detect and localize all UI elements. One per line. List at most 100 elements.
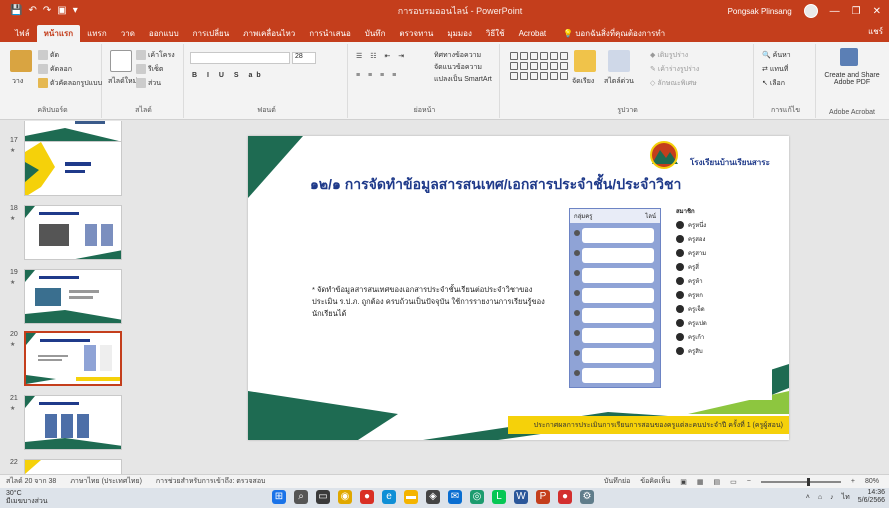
user-name[interactable]: Pongsak Plinsang <box>728 7 792 16</box>
chevron-up-icon[interactable]: ˄ <box>806 494 810 501</box>
input-language[interactable]: ไท <box>842 492 850 503</box>
create-share-pdf-button[interactable]: Create and Share Adobe PDF <box>820 72 884 86</box>
clock[interactable]: 14:36 5/6/2566 <box>858 489 885 505</box>
tab-design[interactable]: ออกแบบ <box>142 25 186 42</box>
slide-banner[interactable]: ประกาศผลการประเมินการเรียนการสอนของครูแต… <box>508 416 789 434</box>
close-button[interactable]: ✕ <box>873 6 881 17</box>
file-explorer-icon[interactable]: ▬ <box>404 490 418 504</box>
select-button[interactable]: ↖ เลือก <box>762 78 785 89</box>
maximize-button[interactable]: ❐ <box>852 6 861 17</box>
app-icon[interactable]: ◎ <box>470 490 484 504</box>
powerpoint-icon[interactable]: P <box>536 490 550 504</box>
paste-button[interactable]: วาง <box>12 76 23 87</box>
tab-insert[interactable]: แทรก <box>80 25 114 42</box>
avatar[interactable] <box>803 4 818 18</box>
smartart-button[interactable]: แปลงเป็น SmartArt <box>434 74 492 85</box>
new-slide-button[interactable]: สไลด์ใหม่ <box>108 76 137 87</box>
arrange-button[interactable]: จัดเรียง <box>572 76 594 87</box>
quick-styles-icon[interactable] <box>608 50 630 72</box>
minimize-button[interactable]: — <box>830 6 840 17</box>
arrange-icon[interactable] <box>574 50 596 72</box>
chat-screenshot[interactable]: กลุ่มครู ไลน์ <box>569 208 661 388</box>
network-icon[interactable]: ⌂ <box>818 494 822 501</box>
format-painter-button[interactable]: ตัวคัดลอกรูปแบบ <box>38 78 102 89</box>
cut-button[interactable]: ตัด <box>38 50 59 61</box>
members-list-screenshot[interactable]: สมาชิก ครูหนึ่ง ครูสอง ครูสาม ครูสี่ ครู… <box>672 204 772 400</box>
shape-outline-button[interactable]: ✎ เค้าร่างรูปร่าง <box>650 64 699 75</box>
tab-acrobat[interactable]: Acrobat <box>512 25 554 42</box>
tab-animations[interactable]: ภาพเคลื่อนไหว <box>236 25 302 42</box>
slide-thumbnail-selected[interactable] <box>24 331 122 386</box>
zoom-out-button[interactable]: − <box>747 478 751 485</box>
slide-thumbnail[interactable] <box>24 395 122 450</box>
task-view-icon[interactable]: ▭ <box>316 490 330 504</box>
layout-button[interactable]: เค้าโครง <box>136 50 175 61</box>
tab-review[interactable]: ตรวจทาน <box>392 25 440 42</box>
zoom-in-button[interactable]: + <box>851 478 855 485</box>
normal-view-icon[interactable]: ▣ <box>680 478 687 486</box>
save-icon[interactable]: 💾 <box>10 6 22 16</box>
font-format-buttons[interactable]: B I U S ab <box>192 72 265 79</box>
browser-icon[interactable]: ● <box>360 490 374 504</box>
pdf-icon[interactable] <box>840 48 858 66</box>
shape-effects-button[interactable]: ◇ ลักษณะพิเศษ <box>650 78 697 89</box>
slide-thumbnail[interactable] <box>24 141 122 196</box>
volume-icon[interactable]: ♪ <box>830 494 834 501</box>
slide-thumbnail[interactable] <box>24 269 122 324</box>
chrome-icon[interactable]: ◉ <box>338 490 352 504</box>
align-text-button[interactable]: จัดแนวข้อความ <box>434 62 482 73</box>
edge-icon[interactable]: e <box>382 490 396 504</box>
copy-button[interactable]: คัดลอก <box>38 64 72 75</box>
search-icon[interactable]: ⌕ <box>294 490 308 504</box>
tab-draw[interactable]: วาด <box>114 25 142 42</box>
slide-thumbnail[interactable] <box>24 459 122 474</box>
store-icon[interactable]: ◈ <box>426 490 440 504</box>
shapes-gallery[interactable] <box>510 52 568 80</box>
tab-slideshow[interactable]: การนำเสนอ <box>302 25 357 42</box>
reading-view-icon[interactable]: ▤ <box>714 478 721 486</box>
paste-icon[interactable] <box>10 50 32 72</box>
quick-styles-button[interactable]: สไตล์ด่วน <box>604 76 634 87</box>
section-button[interactable]: ส่วน <box>136 78 161 89</box>
tab-file[interactable]: ไฟล์ <box>8 25 37 42</box>
record-icon[interactable]: ● <box>558 490 572 504</box>
slide-title[interactable]: ๑๒/๑ การจัดทำข้อมูลสารสนเทศ/เอกสารประจำช… <box>310 174 681 196</box>
zoom-level[interactable]: 80% <box>865 478 879 485</box>
text-direction-button[interactable]: ทิศทางข้อความ <box>434 50 481 61</box>
line-icon[interactable]: L <box>492 490 506 504</box>
slide-thumbnails-panel[interactable]: 17 ★ 18 ★ 19 ★ 20 ★ 21 ★ 22 <box>0 121 128 474</box>
current-slide[interactable]: โรงเรียนบ้านเรียนสาระ ๑๒/๑ การจัดทำข้อมู… <box>248 136 789 440</box>
tab-transitions[interactable]: การเปลี่ยน <box>186 25 237 42</box>
windows-start-icon[interactable]: ⊞ <box>272 490 286 504</box>
word-icon[interactable]: W <box>514 490 528 504</box>
slide-body-text[interactable]: * จัดทำข้อมูลสารสนเทศของเอกสารประจำชั้นเ… <box>312 284 552 320</box>
share-button[interactable]: แชร์ <box>868 25 883 38</box>
tab-record[interactable]: บันทึก <box>358 25 393 42</box>
present-icon[interactable]: ▣ <box>57 6 66 16</box>
find-button[interactable]: 🔍 ค้นหา <box>762 50 791 61</box>
slide-sorter-icon[interactable]: ▦ <box>697 478 704 486</box>
customize-qat-icon[interactable]: ▾ <box>73 6 78 16</box>
slide-thumbnail[interactable] <box>24 205 122 260</box>
font-size-combo[interactable]: 28 <box>292 52 316 64</box>
replace-button[interactable]: ⇄ แทนที่ <box>762 64 788 75</box>
comments-button[interactable]: ข้อคิดเห็น <box>640 476 670 487</box>
accessibility-checker[interactable]: การช่วยสำหรับการเข้าถึง: ตรวจสอบ <box>156 476 266 487</box>
zoom-slider[interactable] <box>760 477 841 486</box>
new-slide-icon[interactable] <box>110 50 132 72</box>
tab-home[interactable]: หน้าแรก <box>36 25 81 42</box>
tell-me-search[interactable]: 💡 บอกฉันสิ่งที่คุณต้องการทำ <box>563 25 665 42</box>
settings-icon[interactable]: ⚙ <box>580 490 594 504</box>
notes-button[interactable]: บันทึกย่อ <box>604 476 630 487</box>
slideshow-icon[interactable]: ▭ <box>730 478 737 486</box>
language-indicator[interactable]: ภาษาไทย (ประเทศไทย) <box>70 476 142 487</box>
shape-fill-button[interactable]: ◆ เติมรูปร่าง <box>650 50 688 61</box>
tab-help[interactable]: วิธีใช้ <box>479 25 512 42</box>
undo-icon[interactable]: ↶ <box>28 6 36 16</box>
reset-button[interactable]: รีเซ็ต <box>136 64 163 75</box>
redo-icon[interactable]: ↷ <box>43 6 51 16</box>
align-buttons[interactable]: ≡ ≡ ≡ ≡ <box>356 72 399 79</box>
tab-view[interactable]: มุมมอง <box>440 25 479 42</box>
bullets-buttons[interactable]: ☰ ☷ ⇤ ⇥ <box>356 52 407 60</box>
weather-widget[interactable]: 30°C มีเมฆบางส่วน <box>6 490 48 506</box>
